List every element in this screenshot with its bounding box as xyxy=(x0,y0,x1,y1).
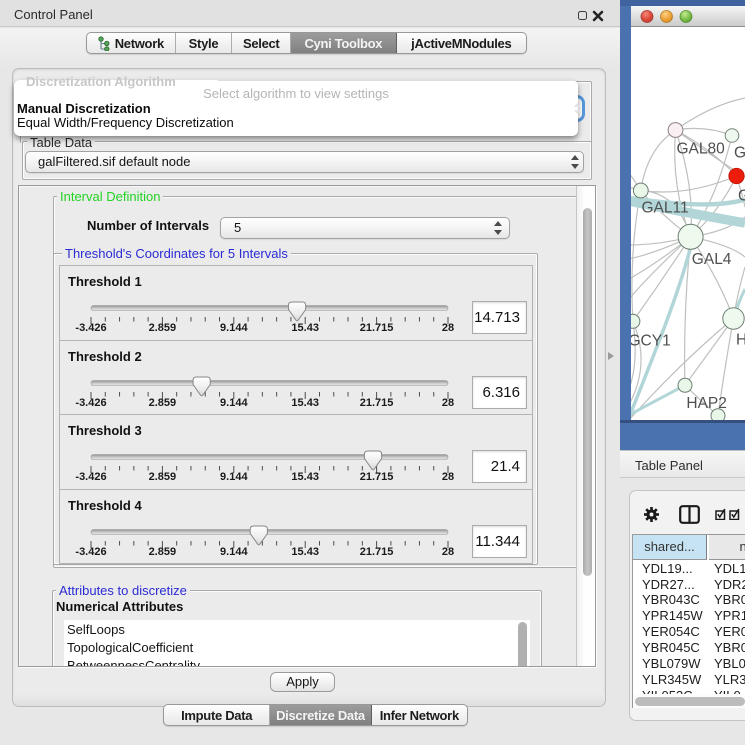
svg-text:21.715: 21.715 xyxy=(360,546,394,558)
svg-text:-3.426: -3.426 xyxy=(75,471,106,483)
svg-text:G: G xyxy=(738,188,745,205)
svg-text:28: 28 xyxy=(442,322,454,334)
svg-text:HAP2: HAP2 xyxy=(686,395,727,412)
svg-text:9.144: 9.144 xyxy=(220,546,248,558)
svg-text:-3.426: -3.426 xyxy=(75,546,106,558)
svg-text:GCY1: GCY1 xyxy=(631,333,671,350)
svg-text:-3.426: -3.426 xyxy=(75,322,106,334)
svg-text:28: 28 xyxy=(442,397,454,409)
svg-text:9.144: 9.144 xyxy=(220,471,248,483)
svg-text:21.715: 21.715 xyxy=(360,397,394,409)
svg-text:2.859: 2.859 xyxy=(149,397,177,409)
svg-text:21.715: 21.715 xyxy=(360,322,394,334)
svg-text:2.859: 2.859 xyxy=(149,546,177,558)
svg-text:15.43: 15.43 xyxy=(291,397,319,409)
svg-text:15.43: 15.43 xyxy=(291,546,319,558)
svg-text:9.144: 9.144 xyxy=(220,322,248,334)
svg-text:-3.426: -3.426 xyxy=(75,397,106,409)
svg-text:2.859: 2.859 xyxy=(149,471,177,483)
svg-text:GAL11: GAL11 xyxy=(642,200,689,217)
svg-text:GAL4: GAL4 xyxy=(692,251,732,268)
svg-text:28: 28 xyxy=(442,546,454,558)
svg-text:15.43: 15.43 xyxy=(291,471,319,483)
svg-text:28: 28 xyxy=(442,471,454,483)
svg-text:21.715: 21.715 xyxy=(360,471,394,483)
svg-text:2.859: 2.859 xyxy=(149,322,177,334)
svg-text:HI: HI xyxy=(736,332,745,349)
svg-text:GA: GA xyxy=(734,145,745,162)
svg-text:15.43: 15.43 xyxy=(291,322,319,334)
svg-text:GAL80: GAL80 xyxy=(677,141,726,158)
svg-text:9.144: 9.144 xyxy=(220,397,248,409)
